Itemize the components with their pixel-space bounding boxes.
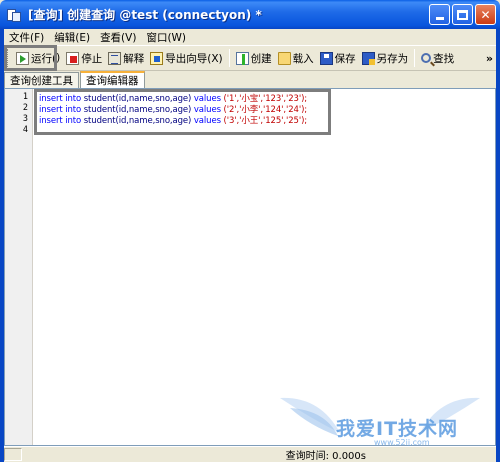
- export-wizard-icon: [150, 51, 164, 65]
- load-label: 载入: [292, 52, 314, 65]
- create-button[interactable]: 创建: [233, 48, 275, 68]
- code-highlight-box: [34, 89, 331, 135]
- create-icon: [235, 51, 249, 65]
- export-wizard-label: 导出向导(X): [165, 52, 223, 65]
- create-label: 创建: [250, 52, 272, 65]
- save-as-icon: [361, 51, 375, 65]
- window-title: [查询] 创建查询 @test (connectyon) *: [28, 8, 262, 22]
- find-label: 查找: [433, 52, 455, 65]
- menu-view[interactable]: 查看(V): [95, 30, 141, 45]
- watermark-text: 我爱IT技术网: [336, 418, 459, 440]
- minimize-icon: [435, 17, 444, 20]
- maximize-icon: [457, 9, 468, 20]
- line-number: 4: [22, 125, 28, 135]
- line-number-gutter: 1 2 3 4: [5, 89, 33, 445]
- close-icon: ✕: [480, 7, 491, 22]
- explain-icon: [108, 51, 122, 65]
- toolbar-separator: [414, 49, 416, 67]
- query-time: 查询时间: 0.000s: [285, 451, 366, 462]
- title-bar[interactable]: [查询] 创建查询 @test (connectyon) * ✕: [0, 0, 500, 29]
- save-icon: [319, 51, 333, 65]
- editor-tabs: 查询创建工具 查询编辑器: [4, 71, 496, 88]
- stop-icon: [66, 51, 80, 65]
- run-button-highlight-box: [4, 45, 57, 71]
- line-number: 1: [22, 92, 28, 102]
- status-bar: 查询时间: 0.000s: [4, 446, 496, 462]
- menu-window[interactable]: 窗口(W): [141, 30, 191, 45]
- save-as-label: 另存为: [376, 52, 409, 65]
- menu-edit[interactable]: 编辑(E): [49, 30, 95, 45]
- toolbar-overflow-chevron-icon[interactable]: »: [486, 52, 493, 65]
- stop-label: 停止: [81, 52, 103, 65]
- save-label: 保存: [334, 52, 356, 65]
- find-button[interactable]: 查找: [418, 48, 457, 68]
- explain-label: 解释: [123, 52, 145, 65]
- load-button[interactable]: 载入: [275, 48, 317, 68]
- line-number: 3: [22, 114, 28, 124]
- watermark: 我爱IT技术网 www.52ij.com: [280, 388, 480, 448]
- menu-bar: 文件(F) 编辑(E) 查看(V) 窗口(W): [4, 29, 496, 45]
- stop-button[interactable]: 停止: [63, 48, 105, 68]
- menu-file[interactable]: 文件(F): [4, 30, 49, 45]
- close-button[interactable]: ✕: [475, 4, 496, 25]
- window-frame-right: [496, 29, 500, 462]
- status-panel: [4, 448, 22, 461]
- tab-query-builder[interactable]: 查询创建工具: [4, 72, 79, 88]
- explain-button[interactable]: 解释: [105, 48, 147, 68]
- window-controls: ✕: [429, 4, 496, 25]
- save-button[interactable]: 保存: [317, 48, 359, 68]
- toolbar: 运行() 停止 解释 导出向导(X) 创建 载入 保存 另存为 查找 »: [4, 45, 496, 71]
- maximize-button[interactable]: [452, 4, 473, 25]
- line-number: 2: [22, 103, 28, 113]
- save-as-button[interactable]: 另存为: [359, 48, 412, 68]
- load-icon: [277, 51, 291, 65]
- tab-query-editor[interactable]: 查询编辑器: [80, 71, 145, 88]
- toolbar-separator: [228, 49, 230, 67]
- minimize-button[interactable]: [429, 4, 450, 25]
- export-wizard-button[interactable]: 导出向导(X): [147, 48, 225, 68]
- query-window-icon: [6, 7, 22, 23]
- find-icon: [421, 53, 432, 63]
